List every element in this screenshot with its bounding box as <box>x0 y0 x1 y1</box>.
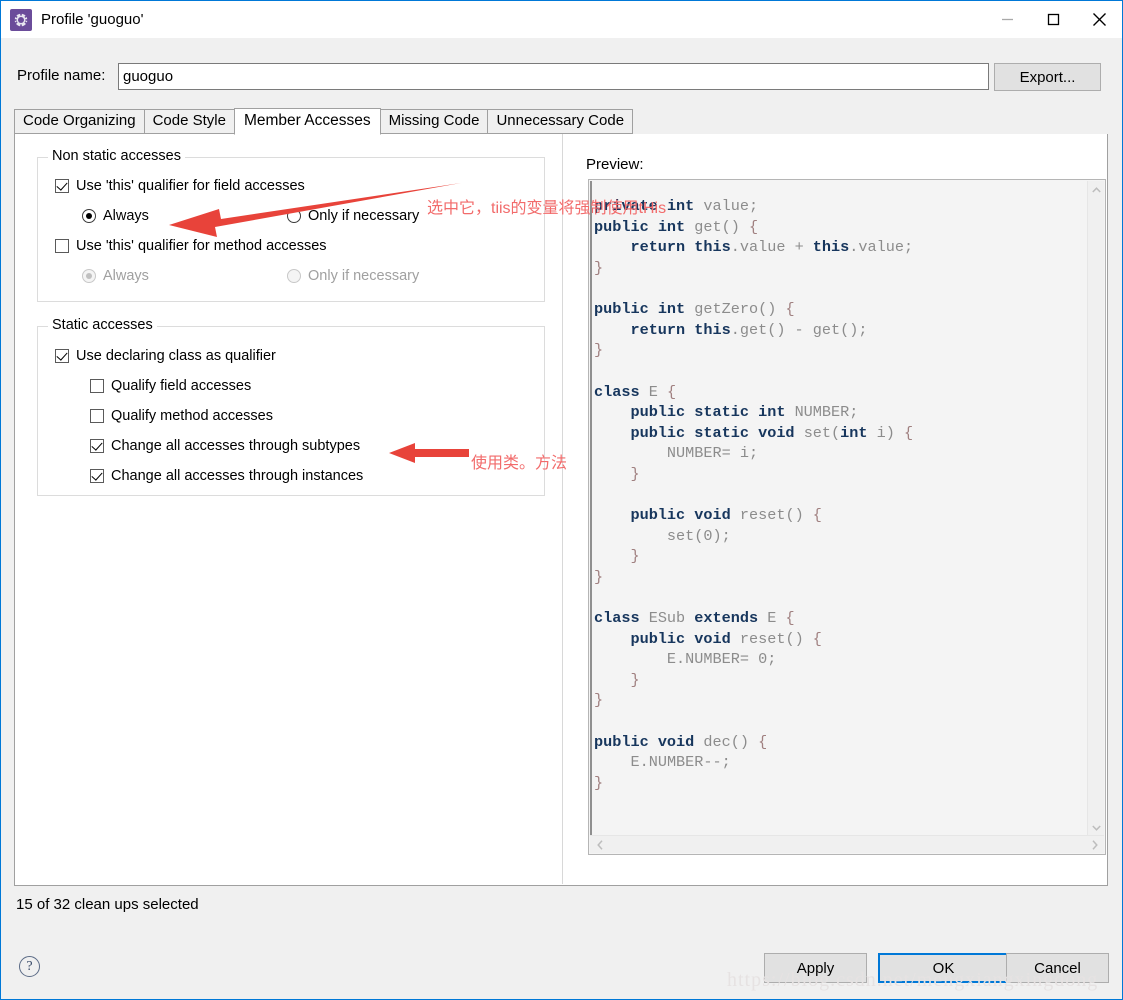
group-non-static-accesses: Non static accesses Use 'this' qualifier… <box>37 148 545 302</box>
scroll-down-icon[interactable] <box>1088 819 1105 836</box>
tab-unnecessary-code[interactable]: Unnecessary Code <box>487 109 634 134</box>
radio-dot <box>82 209 96 223</box>
radio-field-only-if-necessary[interactable]: Only if necessary <box>287 208 419 224</box>
radio-dot <box>287 209 301 223</box>
radio-dot <box>287 269 301 283</box>
tab-member-accesses[interactable]: Member Accesses <box>233 108 381 135</box>
profile-name-label: Profile name: <box>17 67 106 84</box>
checkbox-label: Change all accesses through instances <box>111 468 364 484</box>
tab-missing-code[interactable]: Missing Code <box>379 109 489 134</box>
preview-horizontal-scrollbar[interactable] <box>590 835 1104 853</box>
group-title-non-static: Non static accesses <box>48 148 185 164</box>
checkbox-change-accesses-instances[interactable]: Change all accesses through instances <box>90 468 363 484</box>
radio-label: Only if necessary <box>308 208 420 224</box>
checkbox-use-declaring-class[interactable]: Use declaring class as qualifier <box>55 348 276 364</box>
close-icon[interactable] <box>1076 1 1122 38</box>
profile-name-input[interactable] <box>118 63 989 90</box>
group-static-accesses: Static accesses Use declaring class as q… <box>37 317 545 496</box>
cancel-button[interactable]: Cancel <box>1006 953 1109 983</box>
tab-code-style[interactable]: Code Style <box>143 109 235 134</box>
code-preview-area[interactable]: private int value; public int get() { re… <box>590 181 1070 836</box>
checkbox-box <box>55 179 69 193</box>
checkbox-box <box>55 239 69 253</box>
radio-label: Only if necessary <box>308 268 420 284</box>
radio-dot <box>82 269 96 283</box>
window-controls <box>984 1 1122 38</box>
export-button[interactable]: Export... <box>994 63 1101 91</box>
title-bar: Profile 'guoguo' <box>1 1 1122 38</box>
checkbox-label: Qualify method accesses <box>111 408 273 424</box>
checkbox-label: Qualify field accesses <box>111 378 252 394</box>
radio-label: Always <box>103 208 149 224</box>
radio-method-only-if-necessary: Only if necessary <box>287 268 419 284</box>
radio-field-always[interactable]: Always <box>82 208 149 224</box>
tab-strip: Code Organizing Code Style Member Access… <box>14 108 1108 135</box>
status-text: 15 of 32 clean ups selected <box>16 896 199 913</box>
preview-label: Preview: <box>586 156 644 173</box>
code-preview-text: private int value; public int get() { re… <box>594 197 914 792</box>
settings-pane: Non static accesses Use 'this' qualifier… <box>15 134 561 884</box>
checkbox-box <box>90 409 104 423</box>
checkbox-label: Use 'this' qualifier for method accesses <box>76 238 327 254</box>
checkbox-box <box>90 379 104 393</box>
checkbox-change-accesses-subtypes[interactable]: Change all accesses through subtypes <box>90 438 360 454</box>
checkbox-label: Change all accesses through subtypes <box>111 438 361 454</box>
checkbox-box <box>55 349 69 363</box>
checkbox-box <box>90 469 104 483</box>
tab-code-organizing[interactable]: Code Organizing <box>14 109 145 134</box>
radio-label: Always <box>103 268 149 284</box>
checkbox-label: Use declaring class as qualifier <box>76 348 276 364</box>
preview-vertical-scrollbar[interactable] <box>1087 181 1104 836</box>
profile-gear-icon <box>10 8 32 31</box>
maximize-icon[interactable] <box>1030 1 1076 38</box>
checkbox-qualify-field-accesses[interactable]: Qualify field accesses <box>90 378 251 394</box>
checkbox-qualify-method-accesses[interactable]: Qualify method accesses <box>90 408 273 424</box>
checkbox-label: Use 'this' qualifier for field accesses <box>76 178 305 194</box>
scroll-up-icon[interactable] <box>1088 181 1105 198</box>
scroll-left-icon[interactable] <box>591 836 608 854</box>
apply-button[interactable]: Apply <box>764 953 867 983</box>
checkbox-box <box>90 439 104 453</box>
ok-button[interactable]: OK <box>878 953 1009 983</box>
group-title-static: Static accesses <box>48 317 157 333</box>
minimize-icon[interactable] <box>984 1 1030 38</box>
checkbox-use-this-field-accesses[interactable]: Use 'this' qualifier for field accesses <box>55 178 305 194</box>
profile-dialog-window: Profile 'guoguo' Profile name: Export...… <box>0 0 1123 1000</box>
window-title: Profile 'guoguo' <box>41 11 144 28</box>
checkbox-use-this-method-accesses[interactable]: Use 'this' qualifier for method accesses <box>55 238 327 254</box>
scroll-right-icon[interactable] <box>1086 836 1103 854</box>
radio-method-always: Always <box>82 268 149 284</box>
tab-content-member-accesses: Non static accesses Use 'this' qualifier… <box>14 134 1108 886</box>
code-preview-box: private int value; public int get() { re… <box>588 179 1106 855</box>
help-icon[interactable]: ? <box>19 956 40 977</box>
preview-pane: Preview: private int value; public int g… <box>563 134 1108 884</box>
